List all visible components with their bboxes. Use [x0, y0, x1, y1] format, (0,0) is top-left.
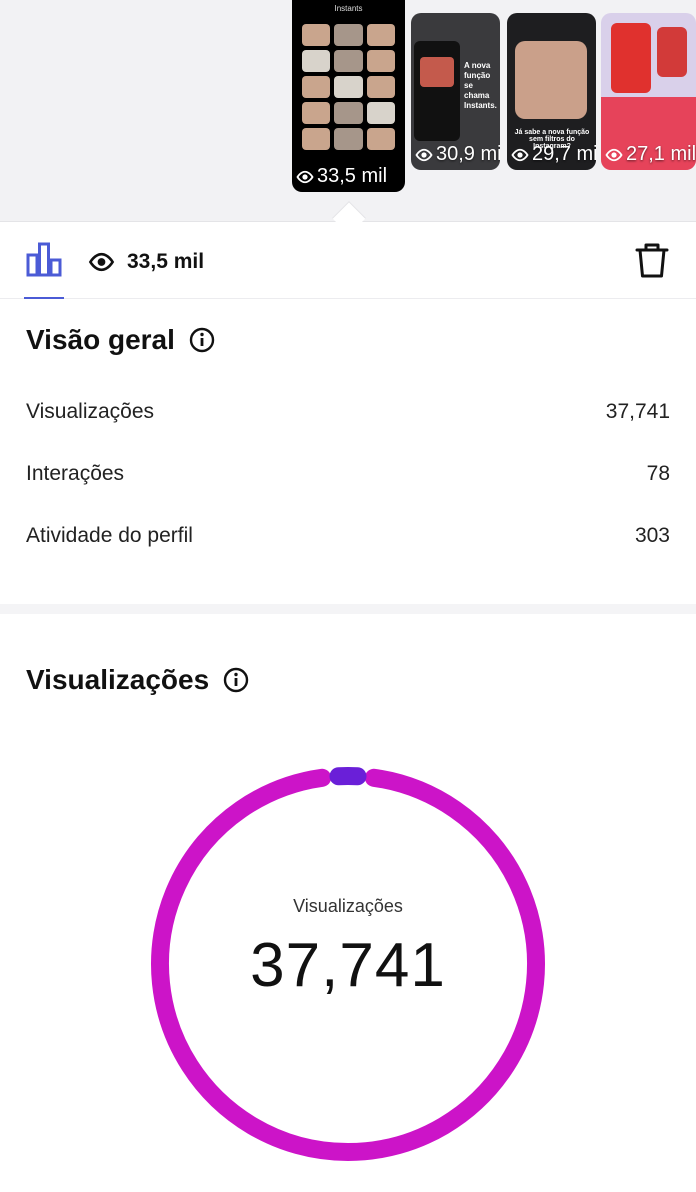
trash-icon: [635, 243, 669, 278]
eye-icon: [296, 170, 314, 183]
views-title: Visualizações: [26, 664, 210, 695]
thumbnail-views: 27,1 mil: [605, 143, 696, 166]
overview-heading: Visão geral: [26, 324, 215, 356]
thumbnail-views: 29,7 mil: [511, 143, 596, 166]
thumbnail-views: 33,5 mil: [296, 165, 387, 188]
bar-chart-icon: [26, 242, 62, 277]
eye-icon: [605, 148, 623, 161]
thumbnail-brand: Instants: [334, 4, 363, 13]
metric-label: Atividade do perfil: [26, 524, 193, 547]
metric-label: Interações: [26, 462, 125, 485]
thumbnail-views: 30,9 mil: [415, 143, 500, 166]
eye-icon: [415, 148, 433, 161]
metric-row-profile-activity[interactable]: Atividade do perfil 303: [26, 521, 670, 551]
reel-thumbnail-selected[interactable]: Instants 33,5 mil: [292, 0, 405, 192]
metric-row-interactions[interactable]: Interações 78: [26, 459, 670, 489]
thumbnail-photo: [657, 27, 687, 77]
insights-tab[interactable]: [24, 242, 64, 299]
overview-title: Visão geral: [26, 324, 175, 355]
views-donut-chart: Visualizações 37,741: [148, 764, 548, 1164]
reels-thumbnail-strip: Instants 33,5 mil A nova função se chama…: [0, 0, 696, 222]
thumbnail-photo: [611, 23, 651, 93]
thumbnail-caption: A nova função se chama Instants.: [464, 61, 497, 110]
active-tab-indicator: [24, 297, 64, 299]
donut-label: Visualizações: [293, 896, 403, 916]
metric-value: 37,741: [605, 400, 670, 423]
thumbnail-photo: [515, 41, 587, 119]
eye-icon: [88, 252, 115, 272]
metric-label: Visualizações: [26, 400, 155, 423]
section-divider: [0, 604, 696, 614]
delete-button[interactable]: [634, 242, 670, 285]
donut-value: 37,741: [250, 931, 446, 1000]
reel-thumbnail[interactable]: 27,1 mil: [601, 13, 696, 170]
thumbnail-photo-grid: [302, 24, 395, 150]
info-icon[interactable]: [223, 667, 249, 693]
view-count-value: 33,5 mil: [127, 250, 205, 273]
views-heading: Visualizações: [26, 664, 249, 696]
reel-thumbnail[interactable]: Já sabe a nova função sem filtros do Ins…: [507, 13, 596, 170]
thumbnail-phone-image: [414, 41, 460, 141]
info-icon[interactable]: [189, 327, 215, 353]
view-count: 33,5 mil: [88, 250, 204, 274]
metric-value: 78: [646, 462, 670, 485]
insights-toolbar: 33,5 mil: [0, 222, 696, 299]
metric-value: 303: [634, 524, 670, 547]
metric-row-views[interactable]: Visualizações 37,741: [26, 397, 670, 427]
eye-icon: [511, 148, 529, 161]
reel-thumbnail[interactable]: A nova função se chama Instants. 30,9 mi…: [411, 13, 500, 170]
